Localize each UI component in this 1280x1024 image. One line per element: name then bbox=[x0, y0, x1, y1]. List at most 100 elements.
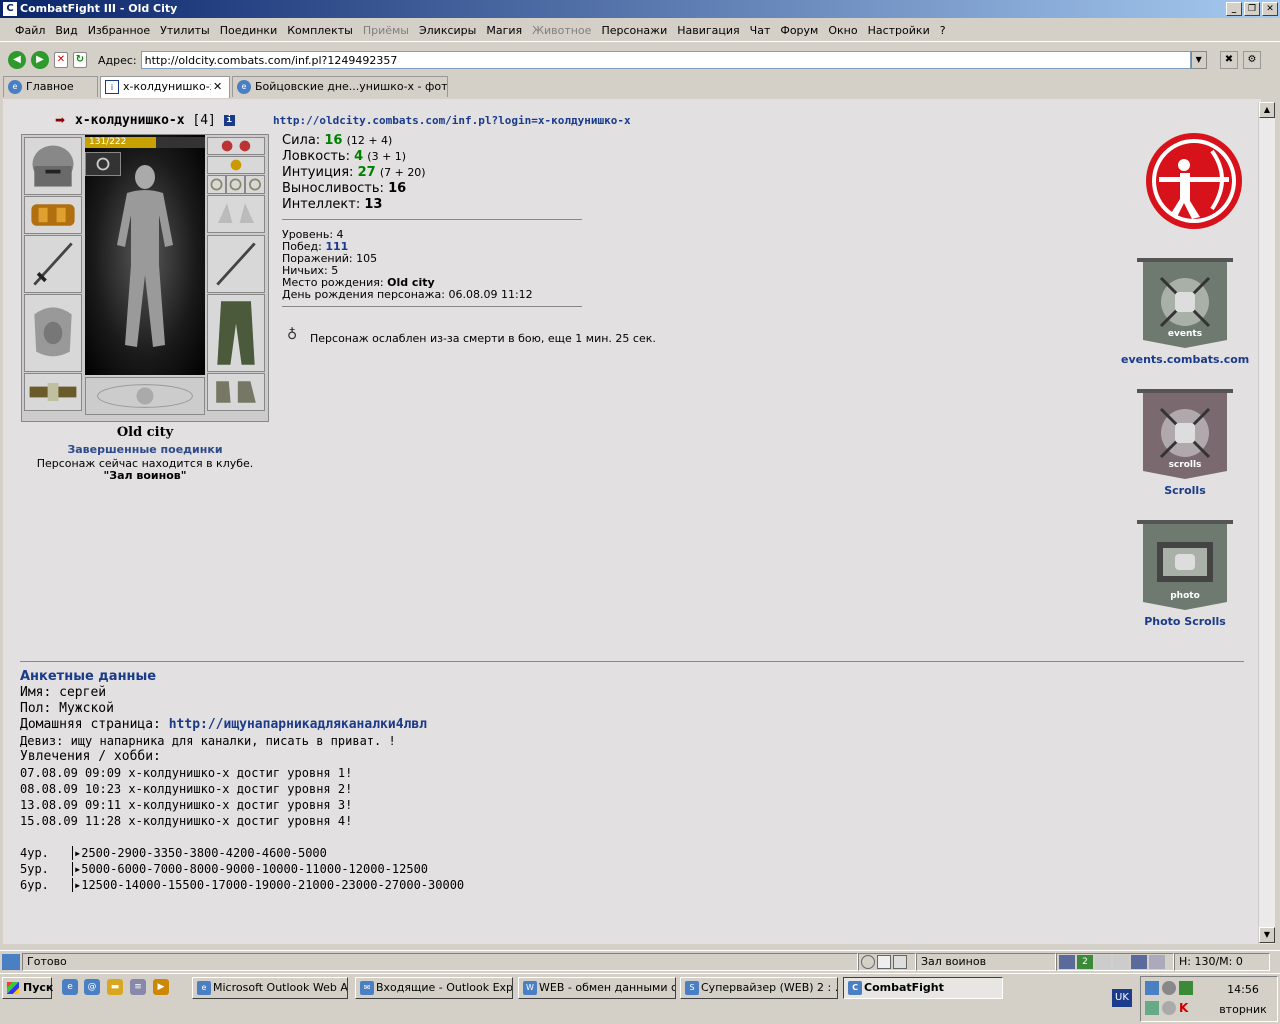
media-icon[interactable]: ▶ bbox=[153, 979, 169, 995]
window-title-bar[interactable]: C CombatFight III - Old City _ ❐ ✕ bbox=[0, 0, 1280, 18]
forward-icon[interactable]: ▶ bbox=[31, 51, 49, 69]
pants-slot[interactable] bbox=[207, 294, 265, 372]
menu-item-2[interactable]: Избранное bbox=[83, 24, 155, 37]
belt-slot[interactable] bbox=[24, 373, 82, 411]
arrow-icon: ▸ bbox=[72, 878, 82, 892]
svg-text:photo: photo bbox=[1170, 591, 1200, 601]
ie-icon[interactable]: e bbox=[62, 979, 78, 995]
tab-photos[interactable]: e Бойцовские дне...унишко-х - фот bbox=[232, 76, 448, 97]
effect-slot[interactable] bbox=[85, 152, 121, 176]
tab-bar: e Главное i x-колдунишко-х✕ e Бойцовские… bbox=[0, 76, 1280, 98]
menu-item-10[interactable]: Персонажи bbox=[596, 24, 672, 37]
menu-item-6[interactable]: Приёмы bbox=[358, 24, 414, 37]
amulet-slot[interactable] bbox=[207, 156, 265, 174]
tray-app-icon[interactable] bbox=[1179, 981, 1193, 995]
menu-item-1[interactable]: Вид bbox=[50, 24, 82, 37]
close-button[interactable]: ✕ bbox=[1262, 2, 1278, 16]
earrings-slot[interactable] bbox=[207, 137, 265, 155]
restore-button[interactable]: ❐ bbox=[1244, 2, 1260, 16]
task-combatfight[interactable]: C CombatFight bbox=[843, 977, 1003, 999]
fight-icon[interactable] bbox=[1131, 954, 1147, 969]
menu-item-3[interactable]: Утилиты bbox=[155, 24, 215, 37]
print-icon[interactable] bbox=[893, 954, 907, 969]
ring-slot-3[interactable] bbox=[245, 175, 265, 194]
scroll-down-icon[interactable]: ▼ bbox=[1259, 927, 1275, 943]
exp-table-row: 6ур. ▸12500-14000-15500-17000-19000-21000… bbox=[20, 878, 465, 892]
disk-icon[interactable] bbox=[1162, 1001, 1176, 1015]
menu-item-4[interactable]: Поединки bbox=[215, 24, 283, 37]
ring-slot-2[interactable] bbox=[226, 175, 245, 194]
status-bar: Готово Зал воинов 2 Н: 130/М: 0 bbox=[0, 950, 1280, 972]
clock-icon[interactable] bbox=[861, 954, 875, 969]
menu-item-14[interactable]: Окно bbox=[823, 24, 862, 37]
task-supervisor[interactable]: S Супервайзер (WEB) 2 : ... bbox=[680, 977, 838, 999]
bracers-slot[interactable] bbox=[24, 196, 82, 234]
number-icon[interactable]: 2 bbox=[1077, 954, 1093, 969]
task-web-exchange[interactable]: W WEB - обмен данными с... bbox=[518, 977, 676, 999]
ie-icon: e bbox=[197, 981, 211, 995]
armor-slot[interactable] bbox=[24, 294, 82, 372]
back-icon[interactable]: ◀ bbox=[8, 51, 26, 69]
menu-item-16[interactable]: ? bbox=[935, 24, 951, 37]
menu-item-9[interactable]: Животное bbox=[527, 24, 596, 37]
menu-item-5[interactable]: Комплекты bbox=[282, 24, 358, 37]
menu-item-8[interactable]: Магия bbox=[481, 24, 527, 37]
clock-time[interactable]: 14:56 bbox=[1213, 983, 1273, 996]
address-input[interactable] bbox=[140, 51, 1191, 69]
level-history-item: 15.08.09 11:28 x-колдунишко-x достиг уро… bbox=[20, 814, 353, 828]
helmet-slot[interactable] bbox=[24, 137, 82, 195]
scroll-up-icon[interactable]: ▲ bbox=[1259, 102, 1275, 118]
settings-gear-icon[interactable]: ⚙ bbox=[1243, 51, 1261, 69]
tab-main[interactable]: e Главное bbox=[3, 76, 98, 97]
combat-icon[interactable] bbox=[1059, 954, 1075, 969]
arrow-icon: ▸ bbox=[72, 846, 82, 860]
stop-icon[interactable]: ✕ bbox=[54, 52, 68, 68]
language-indicator[interactable]: UK bbox=[1112, 989, 1132, 1007]
arrow-right-icon[interactable]: ➡ bbox=[55, 113, 65, 127]
tab-character[interactable]: i x-колдунишко-х✕ bbox=[100, 76, 230, 98]
info-icon[interactable]: i bbox=[223, 115, 235, 126]
weapon-right-slot[interactable] bbox=[207, 235, 265, 293]
antivirus-icon[interactable] bbox=[1162, 981, 1176, 995]
notepad-icon[interactable]: ≡ bbox=[130, 979, 146, 995]
menu-item-12[interactable]: Чат bbox=[745, 24, 776, 37]
marker-icon[interactable] bbox=[1095, 954, 1111, 969]
menu-item-13[interactable]: Форум bbox=[775, 24, 823, 37]
finished-fights-link[interactable]: Завершенные поединки bbox=[21, 443, 269, 456]
refresh-icon[interactable]: ↻ bbox=[73, 52, 87, 68]
menu-item-7[interactable]: Эликсиры bbox=[414, 24, 481, 37]
users-icon[interactable] bbox=[1145, 1001, 1159, 1015]
task-outlook-express[interactable]: ✉ Входящие - Outlook Exp... bbox=[355, 977, 513, 999]
vertical-scrollbar[interactable]: ▲ ▼ bbox=[1258, 102, 1275, 944]
gloves-slot[interactable] bbox=[207, 195, 265, 233]
network-icon[interactable] bbox=[1145, 981, 1159, 995]
menu-item-0[interactable]: Файл bbox=[10, 24, 50, 37]
address-dropdown-icon[interactable]: ▼ bbox=[1190, 51, 1207, 69]
combatfight-icon: C bbox=[3, 2, 17, 16]
task-outlook-web[interactable]: e Microsoft Outlook Web A... bbox=[192, 977, 348, 999]
events-banner[interactable]: events events.combats.com bbox=[1121, 256, 1249, 366]
homepage-link[interactable]: http://ищунапарникадляканалки4лвл bbox=[169, 717, 427, 732]
minimize-button[interactable]: _ bbox=[1226, 2, 1242, 16]
taskbar: Пуск e @ ▬ ≡ ▶ e Microsoft Outlook Web A.… bbox=[0, 973, 1280, 1024]
folder-icon[interactable]: ▬ bbox=[107, 979, 123, 995]
status-room: Зал воинов bbox=[916, 952, 1056, 971]
list-icon[interactable] bbox=[877, 954, 891, 969]
photo-scrolls-banner[interactable]: photo Photo Scrolls bbox=[1121, 518, 1249, 628]
kaspersky-icon[interactable]: K bbox=[1179, 1001, 1193, 1015]
ring-slot-1[interactable] bbox=[207, 175, 226, 194]
archer-icon[interactable] bbox=[1144, 131, 1244, 231]
menu-item-11[interactable]: Навигация bbox=[672, 24, 744, 37]
scrolls-banner[interactable]: scrolls Scrolls bbox=[1121, 387, 1249, 497]
boots-slot[interactable] bbox=[207, 373, 265, 411]
outlook-icon[interactable]: @ bbox=[84, 979, 100, 995]
start-button[interactable]: Пуск bbox=[2, 977, 53, 999]
profile-url-link[interactable]: http://oldcity.combats.com/inf.pl?login=… bbox=[273, 114, 631, 127]
shield-icon[interactable] bbox=[1149, 954, 1165, 969]
close-page-icon[interactable]: ✖ bbox=[1220, 51, 1238, 69]
windows-logo-icon bbox=[7, 982, 19, 994]
cross-icon[interactable] bbox=[1113, 954, 1129, 969]
weapon-left-slot[interactable] bbox=[24, 235, 82, 293]
menu-item-15[interactable]: Настройки bbox=[863, 24, 935, 37]
tab-close-icon[interactable]: ✕ bbox=[213, 80, 222, 93]
